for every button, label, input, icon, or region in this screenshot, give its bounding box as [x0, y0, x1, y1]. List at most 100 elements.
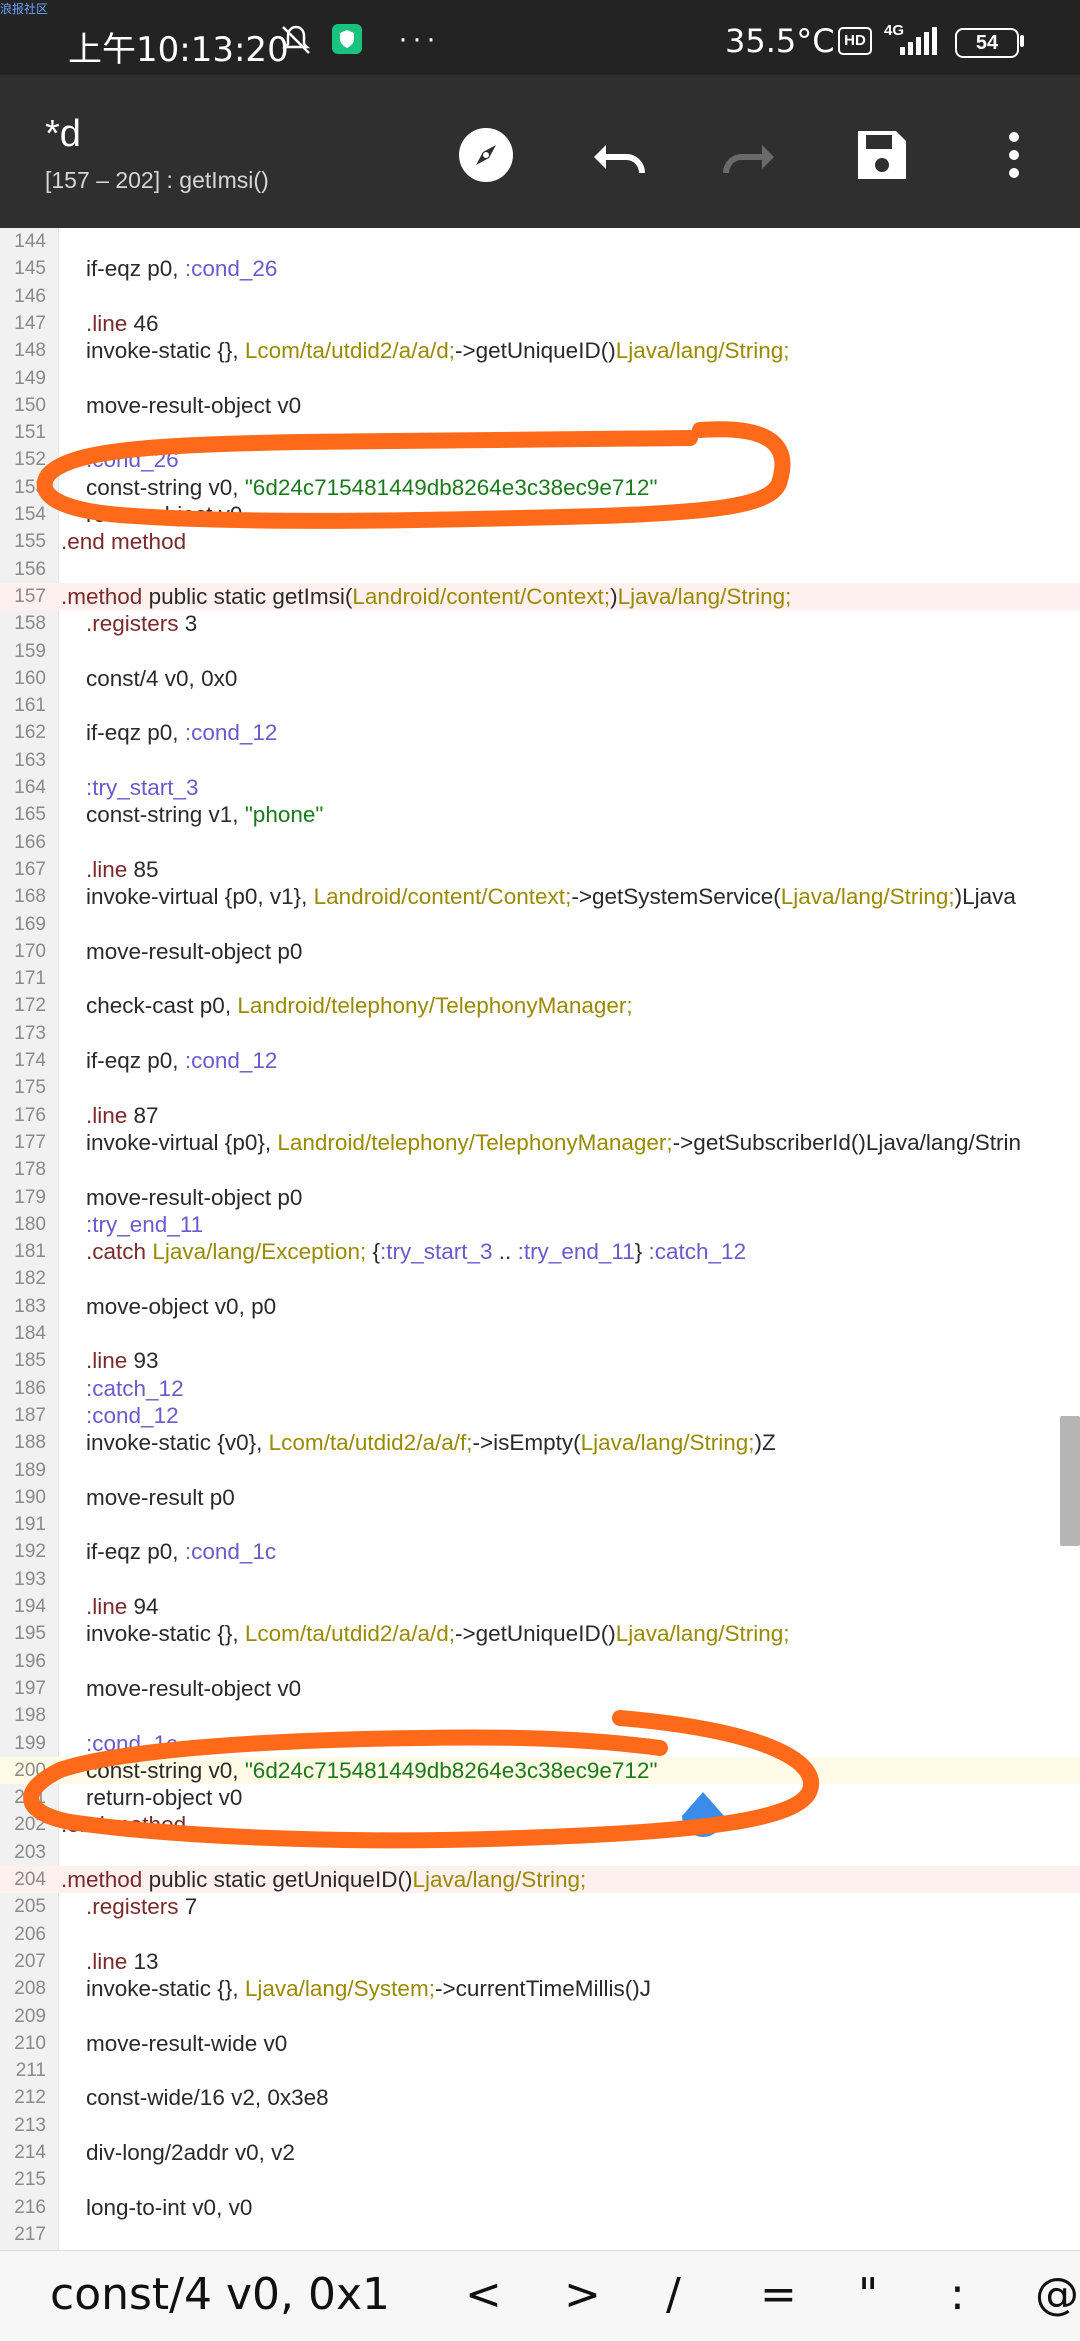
- code-line[interactable]: 209: [0, 2003, 1080, 2030]
- code-line[interactable]: 203: [0, 1839, 1080, 1866]
- code-line[interactable]: 171: [0, 965, 1080, 992]
- code-line[interactable]: 194 .line 94: [0, 1593, 1080, 1620]
- code-line[interactable]: 176 .line 87: [0, 1102, 1080, 1129]
- symbol-at-button[interactable]: @: [1035, 2269, 1079, 2320]
- code-line[interactable]: 211: [0, 2057, 1080, 2084]
- code-line[interactable]: 162 if-eqz p0, :cond_12: [0, 719, 1080, 746]
- line-number: 216: [14, 2196, 46, 2218]
- code-line[interactable]: 154 return-object v0: [0, 501, 1080, 528]
- code-line[interactable]: 160 const/4 v0, 0x0: [0, 665, 1080, 692]
- symbol-quote-button[interactable]: ": [858, 2269, 878, 2320]
- code-line[interactable]: 181 .catch Ljava/lang/Exception; {:try_s…: [0, 1238, 1080, 1265]
- code-line[interactable]: 210 move-result-wide v0: [0, 2030, 1080, 2057]
- code-line[interactable]: 193: [0, 1566, 1080, 1593]
- code-line[interactable]: 191: [0, 1511, 1080, 1538]
- code-line[interactable]: 204 .method public static getUniqueID()Lj…: [0, 1866, 1080, 1894]
- text-cursor-handle[interactable]: [676, 1790, 730, 1844]
- code-line[interactable]: 185 .line 93: [0, 1347, 1080, 1374]
- more-vert-icon[interactable]: [984, 125, 1044, 185]
- code-line[interactable]: 205 .registers 7: [0, 1893, 1080, 1920]
- code-line[interactable]: 163: [0, 747, 1080, 774]
- code-line[interactable]: 213: [0, 2112, 1080, 2139]
- code-line[interactable]: 212 const-wide/16 v2, 0x3e8: [0, 2084, 1080, 2111]
- code-line[interactable]: 198: [0, 1702, 1080, 1729]
- code-line[interactable]: 173: [0, 1020, 1080, 1047]
- code-line[interactable]: 153 const-string v0, "6d24c715481449db82…: [0, 474, 1080, 501]
- code-text: move-result-object p0: [61, 938, 303, 964]
- code-text: invoke-virtual {p0}, Landroid/telephony/…: [61, 1129, 1021, 1155]
- code-line[interactable]: 170 move-result-object p0: [0, 938, 1080, 965]
- code-line[interactable]: 196: [0, 1648, 1080, 1675]
- code-line[interactable]: 214 div-long/2addr v0, v2: [0, 2139, 1080, 2166]
- code-line[interactable]: 208 invoke-static {}, Ljava/lang/System;…: [0, 1975, 1080, 2002]
- code-line[interactable]: 166: [0, 829, 1080, 856]
- code-text: invoke-static {}, Lcom/ta/utdid2/a/a/d;-…: [61, 1621, 790, 1647]
- code-line[interactable]: 200 const-string v0, "6d24c715481449db82…: [0, 1756, 1080, 1785]
- code-line[interactable]: 151: [0, 419, 1080, 446]
- code-line[interactable]: 148 invoke-static {}, Lcom/ta/utdid2/a/a…: [0, 337, 1080, 364]
- code-line[interactable]: 152 :cond_26: [0, 446, 1080, 473]
- signal-icon: [900, 27, 940, 57]
- code-line[interactable]: 182: [0, 1265, 1080, 1292]
- code-line[interactable]: 169: [0, 911, 1080, 938]
- code-line[interactable]: 178: [0, 1156, 1080, 1183]
- symbol-gt-button[interactable]: >: [564, 2269, 601, 2320]
- code-text: move-result p0: [61, 1484, 235, 1510]
- code-line[interactable]: 192 if-eqz p0, :cond_1c: [0, 1538, 1080, 1565]
- line-number: 195: [14, 1623, 46, 1645]
- compass-icon[interactable]: [456, 125, 516, 185]
- code-line[interactable]: 183 move-object v0, p0: [0, 1293, 1080, 1320]
- symbol-colon-button[interactable]: :: [950, 2269, 965, 2320]
- code-line[interactable]: 186 :catch_12: [0, 1375, 1080, 1402]
- code-line[interactable]: 188 invoke-static {v0}, Lcom/ta/utdid2/a…: [0, 1429, 1080, 1456]
- code-line[interactable]: 202 .end method: [0, 1811, 1080, 1838]
- code-line[interactable]: 217: [0, 2221, 1080, 2248]
- line-number: 217: [14, 2223, 46, 2245]
- code-line[interactable]: 145 if-eqz p0, :cond_26: [0, 255, 1080, 282]
- scrollbar-thumb[interactable]: [1060, 1416, 1080, 1546]
- code-line[interactable]: 189: [0, 1457, 1080, 1484]
- code-line[interactable]: 172 check-cast p0, Landroid/telephony/Te…: [0, 992, 1080, 1019]
- code-line[interactable]: 216 long-to-int v0, v0: [0, 2194, 1080, 2221]
- code-line[interactable]: 167 .line 85: [0, 856, 1080, 883]
- code-line[interactable]: 215: [0, 2166, 1080, 2193]
- code-line[interactable]: 199 :cond_1c: [0, 1730, 1080, 1757]
- code-line[interactable]: 197 move-result-object v0: [0, 1675, 1080, 1702]
- code-line[interactable]: 168 invoke-virtual {p0, v1}, Landroid/co…: [0, 883, 1080, 910]
- code-line[interactable]: 164 :try_start_3: [0, 774, 1080, 801]
- code-line[interactable]: 146: [0, 283, 1080, 310]
- code-editor[interactable]: 144 145 if-eqz p0, :cond_26 146 147 .line 4…: [0, 228, 1080, 2250]
- code-text: if-eqz p0, :cond_12: [61, 1048, 278, 1073]
- code-line[interactable]: 159: [0, 638, 1080, 665]
- save-icon[interactable]: [852, 125, 912, 185]
- code-line[interactable]: 156: [0, 556, 1080, 583]
- code-line[interactable]: 207 .line 13: [0, 1948, 1080, 1975]
- code-line[interactable]: 195 invoke-static {}, Lcom/ta/utdid2/a/a…: [0, 1620, 1080, 1647]
- code-line[interactable]: 158 .registers 3: [0, 610, 1080, 637]
- code-line[interactable]: 161: [0, 692, 1080, 719]
- code-line[interactable]: 174 if-eqz p0, :cond_12: [0, 1047, 1080, 1074]
- code-line[interactable]: 157 .method public static getImsi(Landroi…: [0, 582, 1080, 611]
- code-line[interactable]: 147 .line 46: [0, 310, 1080, 337]
- code-line[interactable]: 179 move-result-object p0: [0, 1184, 1080, 1211]
- code-line[interactable]: 206: [0, 1921, 1080, 1948]
- code-line[interactable]: 150 move-result-object v0: [0, 392, 1080, 419]
- code-line[interactable]: 184: [0, 1320, 1080, 1347]
- code-line[interactable]: 144: [0, 228, 1080, 255]
- code-line[interactable]: 201 return-object v0: [0, 1784, 1080, 1811]
- code-line[interactable]: 180 :try_end_11: [0, 1211, 1080, 1238]
- code-line[interactable]: 149: [0, 365, 1080, 392]
- redo-icon[interactable]: [720, 125, 780, 185]
- code-line[interactable]: 177 invoke-virtual {p0}, Landroid/teleph…: [0, 1129, 1080, 1156]
- code-line[interactable]: 190 move-result p0: [0, 1484, 1080, 1511]
- symbol-snippet-button[interactable]: const/4 v0, 0x1: [50, 2269, 390, 2320]
- code-line[interactable]: 175: [0, 1074, 1080, 1101]
- symbol-lt-button[interactable]: <: [465, 2269, 502, 2320]
- symbol-equals-button[interactable]: =: [760, 2269, 797, 2320]
- line-number: 145: [14, 258, 46, 280]
- code-line[interactable]: 155 .end method: [0, 528, 1080, 555]
- symbol-slash-button[interactable]: /: [666, 2269, 681, 2320]
- code-line[interactable]: 165 const-string v1, "phone": [0, 801, 1080, 828]
- code-line[interactable]: 187 :cond_12: [0, 1402, 1080, 1429]
- undo-icon[interactable]: [588, 125, 648, 185]
